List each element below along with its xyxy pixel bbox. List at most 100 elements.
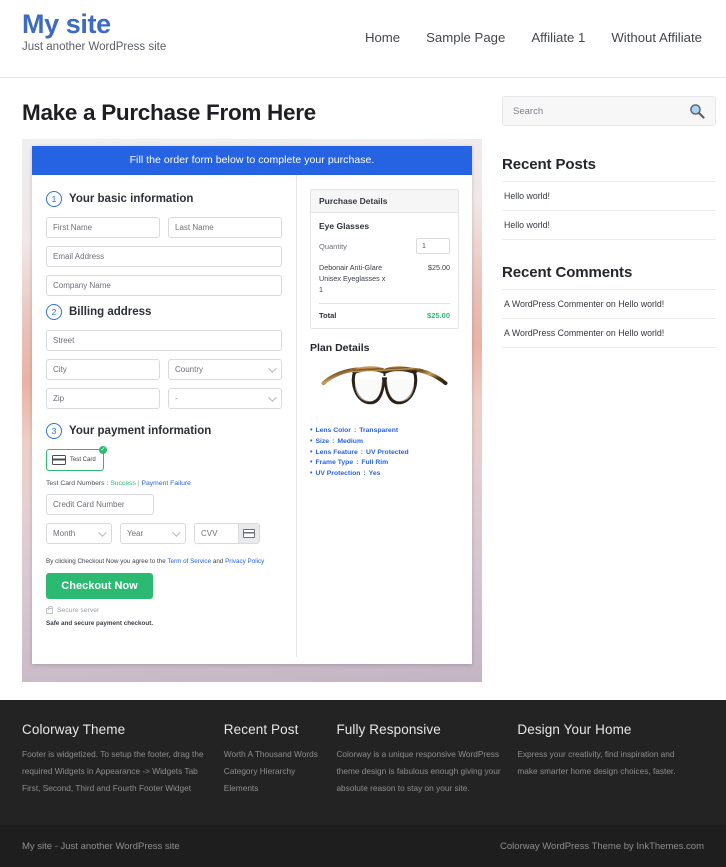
line-item-name: Debonair Anti-Glare Unisex Eyeglasses x … [319, 263, 386, 294]
cvv-placeholder: CVV [201, 529, 218, 538]
country-select[interactable]: Country [168, 359, 282, 380]
checkout-now-button[interactable]: Checkout Now [46, 573, 153, 599]
cvv-input[interactable]: CVV [194, 523, 260, 544]
credit-card-number-input[interactable]: Credit Card Number [46, 494, 154, 515]
page-wrapper: Make a Purchase From Here Fill the order… [0, 78, 726, 682]
test-card-failure-link[interactable]: Payment Failure [141, 480, 191, 487]
list-item[interactable]: Hello world! [502, 211, 716, 240]
footer-widget-text: Colorway is a unique responsive WordPres… [336, 749, 501, 793]
footer-widget-title: Fully Responsive [336, 722, 441, 737]
footer-list-item[interactable]: Worth A Thousand Words [224, 746, 323, 763]
city-input[interactable]: City [46, 359, 160, 380]
test-card-tab-label: Test Card [70, 457, 96, 463]
spec-lens-feature: • Lens Feature : UV Protected [310, 448, 459, 459]
footer-copyright: My site - Just another WordPress site [22, 840, 180, 852]
test-card-payment-tab[interactable]: Test Card ✓ [46, 446, 107, 471]
order-form-right-column: Purchase Details Eye Glasses Quantity 1 … [297, 175, 472, 657]
spec-key: Frame Type [315, 459, 354, 467]
order-form-screenshot: Fill the order form below to complete yo… [22, 139, 482, 682]
email-input[interactable]: Email Address [46, 246, 282, 267]
zip-input[interactable]: Zip [46, 388, 160, 409]
first-name-input[interactable]: First Name [46, 217, 160, 238]
recent-posts-title: Recent Posts [502, 156, 596, 173]
lock-icon [46, 605, 53, 614]
footer-widget-text: Express your creativity, find inspiratio… [517, 749, 676, 776]
cvv-card-icon [238, 524, 259, 543]
step-1-label: Your basic information [69, 193, 194, 205]
spec-value: Medium [337, 438, 364, 446]
footer-widget-title: Colorway Theme [22, 722, 126, 737]
secure-server-note: Secure server [46, 605, 282, 614]
quantity-input[interactable]: 1 [416, 238, 450, 254]
city-country-row: City Country [46, 359, 282, 388]
bullet-icon: • [310, 459, 313, 467]
expiry-month-select[interactable]: Month [46, 523, 112, 544]
spec-separator: : [332, 438, 335, 446]
spec-value: Full Rim [361, 459, 389, 467]
company-name-input[interactable]: Company Name [46, 275, 282, 296]
country-select-value: Country [175, 365, 204, 374]
expiry-month-value: Month [53, 529, 76, 538]
test-card-success-link[interactable]: Success [110, 480, 136, 487]
step-3-number: 3 [46, 423, 62, 439]
secure-server-label: Secure server [57, 607, 100, 614]
footer-list-item[interactable]: Category Hierarchy [224, 763, 323, 780]
expiry-year-value: Year [127, 529, 144, 538]
test-card-separator: | [137, 480, 140, 487]
list-item[interactable]: Hello world! [502, 182, 716, 211]
spec-key: Size [315, 438, 330, 446]
name-row: First Name Last Name [46, 217, 282, 246]
footer-list-item[interactable]: Elements [224, 780, 323, 797]
chevron-down-icon [268, 392, 277, 402]
state-select[interactable]: - [168, 388, 282, 409]
list-item[interactable]: A WordPress Commenter on Hello world! [502, 290, 716, 319]
main-content: Make a Purchase From Here Fill the order… [22, 78, 490, 682]
last-name-input[interactable]: Last Name [168, 217, 282, 238]
site-footer: Colorway Theme Footer is widgetized. To … [0, 700, 726, 825]
bullet-icon: • [310, 438, 313, 446]
purchase-details-panel: Purchase Details Eye Glasses Quantity 1 … [310, 189, 459, 330]
total-label: Total [319, 311, 337, 321]
footer-credit[interactable]: Colorway WordPress Theme by InkThemes.co… [500, 841, 704, 852]
footer-widget-title: Recent Post [223, 722, 299, 737]
recent-comments-widget: Recent Comments A WordPress Commenter on… [502, 264, 716, 348]
list-item[interactable]: A WordPress Commenter on Hello world! [502, 319, 716, 348]
chevron-down-icon [268, 363, 277, 373]
step-1-number: 1 [46, 191, 62, 207]
recent-comments-list: A WordPress Commenter on Hello world! A … [502, 289, 716, 348]
test-card-numbers-line: Test Card Numbers : Success | Payment Fa… [46, 480, 282, 487]
state-select-value: - [175, 394, 178, 403]
nav-item-sample-page[interactable]: Sample Page [426, 30, 505, 45]
term-of-service-link[interactable]: Term of Service [167, 558, 211, 565]
search-widget[interactable]: Search [502, 96, 716, 126]
footer-widget-title: Design Your Home [517, 722, 632, 737]
privacy-policy-link[interactable]: Privacy Policy [225, 558, 264, 565]
expiry-year-select[interactable]: Year [120, 523, 186, 544]
zip-state-row: Zip - [46, 388, 282, 417]
nav-item-home[interactable]: Home [365, 30, 400, 45]
terms-notice: By clicking Checkout Now you agree to th… [46, 558, 282, 565]
line-item-row: Debonair Anti-Glare Unisex Eyeglasses x … [319, 263, 450, 305]
site-title[interactable]: My site [22, 10, 166, 39]
spec-separator: : [356, 459, 359, 467]
street-input[interactable]: Street [46, 330, 282, 351]
nav-item-without-affiliate[interactable]: Without Affiliate [611, 30, 702, 45]
search-input[interactable]: Search [513, 106, 543, 117]
spec-key: Lens Feature [315, 448, 358, 456]
step-1-header: 1 Your basic information [46, 191, 282, 207]
terms-prefix: By clicking Checkout Now you agree to th… [46, 558, 166, 565]
footer-widget-colorway-theme: Colorway Theme Footer is widgetized. To … [22, 722, 224, 803]
purchase-details-body: Eye Glasses Quantity 1 Debonair Anti-Gla… [311, 213, 458, 328]
spec-size: • Size : Medium [310, 437, 459, 448]
step-2-header: 2 Billing address [46, 304, 282, 320]
chevron-down-icon [98, 527, 107, 537]
primary-navigation[interactable]: Home Sample Page Affiliate 1 Without Aff… [365, 0, 704, 45]
search-icon[interactable] [689, 103, 705, 119]
page-title: Make a Purchase From Here [22, 100, 316, 125]
nav-item-affiliate-1[interactable]: Affiliate 1 [531, 30, 585, 45]
footer-widget-design-your-home: Design Your Home Express your creativity… [517, 722, 704, 803]
credit-card-icon [52, 455, 66, 465]
site-branding[interactable]: My site Just another WordPress site [22, 0, 166, 54]
bullet-icon: • [310, 448, 313, 456]
footer-widget-fully-responsive: Fully Responsive Colorway is a unique re… [336, 722, 517, 803]
